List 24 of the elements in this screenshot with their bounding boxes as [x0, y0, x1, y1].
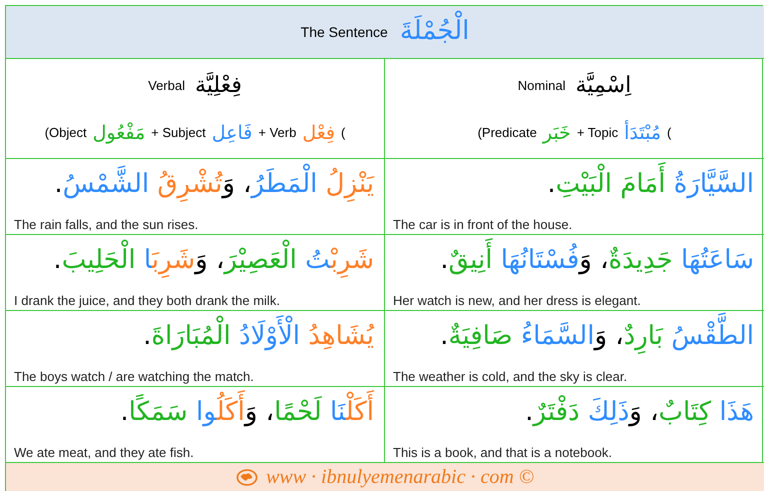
arabic-sentence: الطَّقْسُ بَارِدٌ، وَالسَّمَاءُ صَافِيَةٌ. [393, 311, 754, 362]
map-logo-icon [236, 468, 258, 486]
arabic-title: الْجُمْلَةَ [400, 7, 470, 57]
english-translation: The car is in front of the house. [393, 217, 574, 232]
column-label: Nominal [518, 78, 566, 93]
english-translation: The boys watch / are watching the match. [14, 369, 255, 384]
english-translation: The rain falls, and the sun rises. [14, 217, 200, 232]
title-text: The Sentence [300, 24, 388, 40]
column-arabic-title: فِعْلِيَّة [195, 71, 242, 100]
arabic-sentence: يَنْزِلُ الْمَطَرُ، وَتُشْرِقُ الشَّمْسُ. [14, 159, 374, 210]
column-arabic-title: اِسْمِيَّة [575, 71, 632, 100]
english-translation: The weather is cold, and the sky is clear. [393, 369, 628, 384]
arabic-sentence: هَذَا كِتَابٌ، وَذَلِكَ دَفْتَرٌ. [524, 394, 754, 429]
english-translation: Her watch is new, and her dress is elegant. [393, 293, 642, 308]
english-translation: I drank the juice, and they both drank the milk. [14, 293, 281, 308]
arabic-sentence: السَّيَّارَةُ أَمَامَ الْبَيْتِ. [393, 159, 754, 210]
column-label: Verbal [148, 78, 185, 93]
arabic-sentence: يُشَاهِدُ الْأَوْلَادُ الْمُبَارَاةَ. [14, 311, 374, 362]
website-text: www · ibnulyemenarabic · com © [266, 466, 534, 488]
arabic-sentence: أَكَلْنَا لَحْمًا، وَأَكَلُوا سَمَكًا. [14, 387, 374, 438]
english-translation: This is a book, and that is a notebook. [393, 445, 613, 460]
arabic-sentence: شَرِبْتُ الْعَصِيْرَ، وَشَرِبَا الْحَلِيبَ. [14, 235, 374, 286]
arabic-sentence: سَاعَتُهَا جَدِيدَةٌ، وَفُسْتَانُهَا أَنِيقٌ. [393, 235, 754, 286]
english-translation: We ate meat, and they ate fish. [14, 445, 195, 460]
